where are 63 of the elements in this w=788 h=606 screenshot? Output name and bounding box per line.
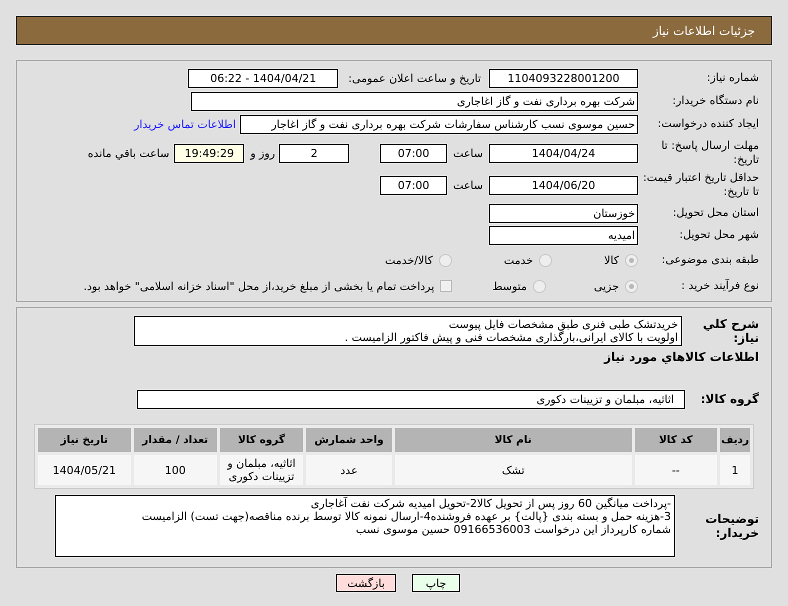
field-label: طبقه بندی موضوعی:: [660, 253, 760, 267]
deadline-date-field: 1404/04/24: [489, 144, 638, 162]
table-cell: عدد: [306, 455, 392, 485]
radio-button[interactable]: [532, 280, 546, 292]
option-label: کالا: [604, 254, 619, 266]
buyer-notes-textarea: -پرداخت میانگین 60 روز پس از تحویل کالا2-تحویل امیدیه شرکت نفت آغاجاری 3-هزینه حمل و بسته بندی {پالت} بر عهده فروشنده4-ارسال نمونه کالا توسط برنده مناقصه(جهت تست) الزامیست شماره کارپرداز این درخواست 09166536003 حسین موسوی نسب: [55, 495, 675, 557]
table-cell: 1404/05/21: [38, 455, 131, 485]
column-header: کد کالا: [634, 428, 718, 452]
field-label: حداقل تاریخ اعتبار قیمت: تا تاریخ:: [642, 171, 760, 199]
section-heading: اطلاعات کالاهاي مورد نیاز: [602, 350, 760, 364]
table-cell: --: [634, 455, 718, 485]
need-number-field: 1104093228001200: [489, 68, 638, 88]
days-field: 2: [279, 144, 350, 162]
option-label: جزیی: [594, 280, 619, 292]
option-label: خدمت: [504, 254, 534, 266]
field-label: روز و: [250, 146, 276, 160]
city-field: امیدیه: [489, 226, 638, 244]
creator-field: حسین موسوی نسب کارشناس سفارشات شرکت بهره برداری نفت و گاز اغاجار: [240, 114, 638, 134]
buyer-contact-link[interactable]: اطلاعات تماس خریدار: [134, 118, 236, 130]
field-label: شماره نیاز:: [706, 71, 760, 85]
field-label: ساعت باقي مانده: [88, 146, 170, 160]
option-label: متوسط: [492, 280, 527, 292]
column-header: گروه کالا: [220, 428, 304, 452]
field-label: نام دستگاه خریدار:: [671, 94, 760, 108]
radio-button[interactable]: [625, 280, 638, 292]
field-label: استان محل تحویل:: [672, 206, 760, 220]
field-label: ساعت: [453, 146, 483, 160]
option-label: کالا/خدمت: [385, 254, 433, 266]
field-label: تاریخ و ساعت اعلان عمومی:: [348, 72, 481, 84]
table-cell: 100: [134, 455, 217, 485]
table-cell: اثاثیه، مبلمان و تزیینات دکوری: [220, 455, 304, 485]
goods-group-field: اثاثیه، مبلمان و تزیینات دکوری: [137, 390, 685, 408]
column-header: نام کالا: [394, 428, 632, 452]
radio-button[interactable]: [625, 254, 638, 266]
field-label: ایجاد کننده درخواست:: [656, 117, 760, 131]
validity-time-field: 07:00: [380, 176, 448, 194]
field-label: شهر محل تحویل:: [678, 228, 760, 242]
table-cell: تشک: [394, 455, 632, 485]
column-header: تعداد / مقدار: [134, 428, 217, 452]
column-header: تاریخ نیاز: [38, 428, 131, 452]
treasury-checkbox[interactable]: [440, 280, 452, 292]
field-label: توضیحات خریدار:: [704, 512, 760, 540]
print-button[interactable]: چاپ: [412, 574, 460, 592]
page-title: جزئیات اطلاعات نیاز: [652, 24, 755, 38]
radio-button[interactable]: [539, 254, 552, 266]
field-label: شرح کلي نیاز:: [702, 317, 760, 345]
announce-date-field: 1404/04/21 - 06:22: [188, 68, 338, 88]
province-field: خوزستان: [489, 204, 638, 222]
field-label: نوع فرآیند خرید :: [680, 279, 760, 293]
field-label: مهلت ارسال پاسخ: تا تاریخ:: [660, 139, 760, 167]
validity-date-field: 1404/06/20: [489, 176, 638, 194]
column-header: واحد شمارش: [306, 428, 392, 452]
description-textarea: خریدتشک طبی فنری طبق مشخصات فایل پیوست اولویت با کالای ایرانی،بارگذاری مشخصات فنی و پیش فاکتور الزامیست .: [134, 316, 682, 346]
buyer-org-field: شرکت بهره برداری نفت و گاز اغاجاری: [191, 92, 638, 110]
radio-button[interactable]: [438, 254, 452, 266]
countdown-field: 19:49:29: [174, 144, 244, 162]
field-label: گروه کالا:: [700, 392, 760, 406]
column-header: ردیف: [720, 428, 750, 452]
treasury-note: پرداخت تمام یا بخشی از مبلغ خرید،از محل "اسناد خزانه اسلامی" خواهد بود.: [84, 280, 434, 292]
table-cell: 1: [720, 455, 750, 485]
field-label: ساعت: [453, 178, 483, 192]
deadline-time-field: 07:00: [380, 144, 448, 162]
back-button[interactable]: بازگشت: [336, 574, 396, 592]
